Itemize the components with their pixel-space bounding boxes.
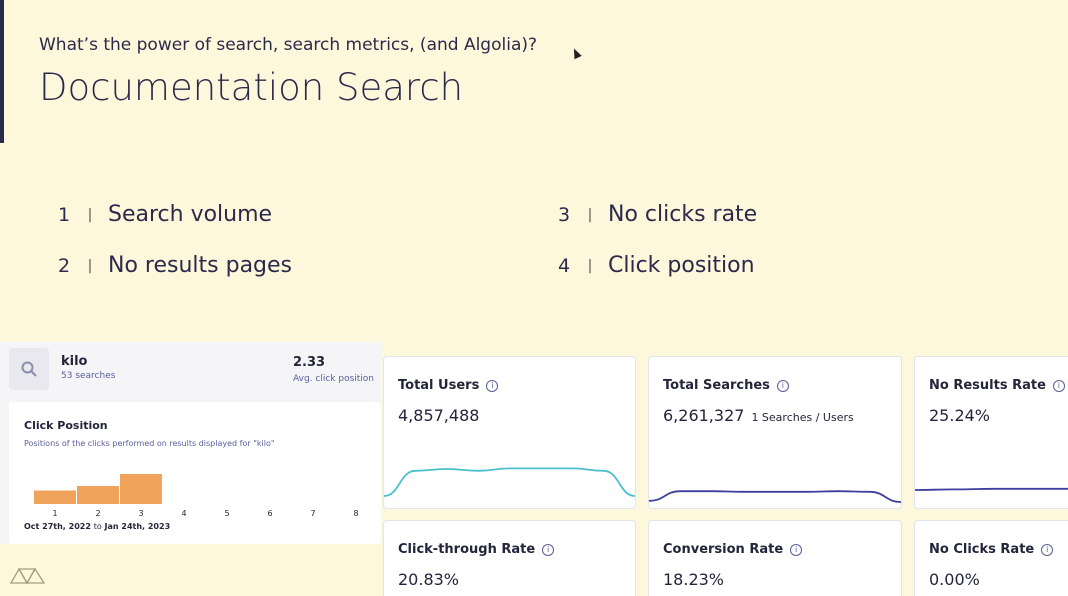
click-position-card: Click Position Positions of the clicks p… xyxy=(9,402,381,544)
slide-title: Documentation Search xyxy=(39,66,464,109)
sparkline-path xyxy=(384,467,635,497)
avg-click-position-label: Avg. click position xyxy=(293,374,375,384)
click-position-bar[interactable] xyxy=(120,474,162,504)
agenda-separator: | xyxy=(587,206,593,223)
sparkline xyxy=(915,487,1068,491)
agenda-label: No clicks rate xyxy=(608,202,758,227)
info-icon[interactable]: i xyxy=(1052,379,1065,392)
info-icon[interactable]: i xyxy=(486,379,499,392)
algolia-triangle-logo xyxy=(10,567,46,584)
click-position-tick: 1 xyxy=(52,509,57,518)
info-icon[interactable]: i xyxy=(1041,543,1054,556)
metric-card-click-through-rate[interactable]: Click-through Rate i 20.83% xyxy=(383,520,636,596)
metric-card-total-users[interactable]: Total Users i 4,857,488 xyxy=(383,356,636,509)
click-position-tick: 2 xyxy=(95,509,100,518)
date-to: Jan 24th, 2023 xyxy=(104,522,171,531)
metric-value: 25.24% xyxy=(929,406,991,425)
agenda-number: 4 xyxy=(558,254,571,277)
sparkline xyxy=(649,490,901,503)
agenda-item-1: 1 | Search volume xyxy=(58,202,272,227)
agenda-item-3: 3 | No clicks rate xyxy=(558,202,757,227)
metric-value: 6,261,327 1 Searches / Users xyxy=(663,406,854,425)
query-search-count: 53 searches xyxy=(61,371,116,381)
query-analytics-panel: kilo 53 searches 2.33 Avg. click positio… xyxy=(0,342,381,544)
metric-value: 20.83% xyxy=(398,570,460,589)
sparkline xyxy=(384,467,635,497)
agenda-number: 2 xyxy=(58,254,71,277)
search-icon-box[interactable] xyxy=(9,348,49,390)
click-position-date-range: Oct 27th, 2022 to Jan 24th, 2023 xyxy=(24,522,170,531)
agenda-separator: | xyxy=(587,257,593,274)
click-position-title: Click Position xyxy=(24,419,108,432)
click-position-chart: 1 2 3 4 5 6 7 8 xyxy=(34,474,359,518)
agenda-item-4: 4 | Click position xyxy=(558,253,755,278)
agenda-number: 1 xyxy=(58,203,71,226)
agenda-label: No results pages xyxy=(108,253,293,278)
agenda-separator: | xyxy=(87,206,93,223)
mouse-cursor xyxy=(570,46,582,60)
search-icon xyxy=(21,361,37,377)
info-icon[interactable]: i xyxy=(542,543,555,556)
click-position-tick: 7 xyxy=(310,509,315,518)
click-position-tick: 4 xyxy=(181,509,186,518)
click-position-tick: 5 xyxy=(224,509,229,518)
agenda-item-2: 2 | No results pages xyxy=(58,253,292,278)
metric-value: 4,857,488 xyxy=(398,406,480,425)
agenda-separator: | xyxy=(87,257,93,274)
info-icon[interactable]: i xyxy=(776,379,789,392)
query-name[interactable]: kilo xyxy=(61,354,88,369)
click-position-tick: 3 xyxy=(138,509,143,518)
metric-label: Total Searches i xyxy=(663,378,789,393)
metric-label: No Clicks Rate i xyxy=(929,542,1054,557)
date-from: Oct 27th, 2022 xyxy=(24,522,91,531)
info-icon[interactable]: i xyxy=(790,543,803,556)
metric-value: 18.23% xyxy=(663,570,725,589)
click-position-tick: 8 xyxy=(353,509,358,518)
click-position-description: Positions of the clicks performed on res… xyxy=(24,439,275,448)
agenda-number: 3 xyxy=(558,203,571,226)
agenda-label: Search volume xyxy=(108,202,273,227)
click-position-bar[interactable] xyxy=(34,490,76,505)
metric-card-conversion-rate[interactable]: Conversion Rate i 18.23% xyxy=(648,520,902,596)
click-position-tick: 6 xyxy=(267,509,272,518)
sparkline-path xyxy=(915,487,1068,491)
metric-card-total-searches[interactable]: Total Searches i 6,261,327 1 Searches / Us… xyxy=(648,356,902,509)
avg-click-position-value: 2.33 xyxy=(293,355,326,370)
metric-label: Total Users i xyxy=(398,378,499,393)
metric-card-no-clicks-rate[interactable]: No Clicks Rate i 0.00% xyxy=(914,520,1068,596)
metric-value: 0.00% xyxy=(929,570,980,589)
metric-label: Conversion Rate i xyxy=(663,542,803,557)
date-sep: to xyxy=(93,522,102,531)
accent-bar xyxy=(0,0,4,143)
metric-label: No Results Rate i xyxy=(929,378,1065,393)
metric-label: Click-through Rate i xyxy=(398,542,555,557)
slide-subtitle: What’s the power of search, search metri… xyxy=(39,35,538,55)
metric-card-no-results-rate[interactable]: No Results Rate i 25.24% xyxy=(914,356,1068,509)
sparkline-path xyxy=(649,490,901,503)
metric-extra: 1 Searches / Users xyxy=(751,411,854,424)
agenda-label: Click position xyxy=(608,253,755,278)
click-position-bar[interactable] xyxy=(77,486,119,504)
